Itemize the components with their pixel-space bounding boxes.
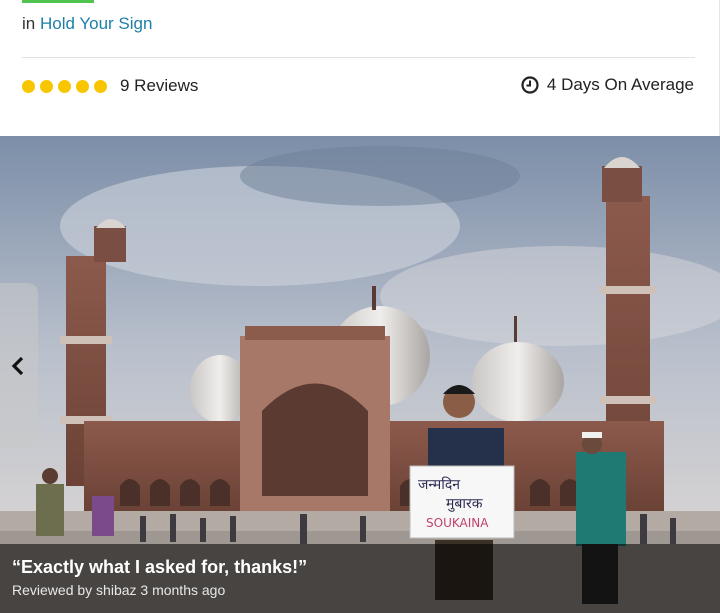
review-caption: “Exactly what I asked for, thanks!” Revi…: [0, 544, 720, 613]
gig-summary: in Hold Your Sign 9 Reviews 4 Days On Av…: [0, 0, 720, 136]
accent-strip: [22, 0, 94, 3]
sign-line-2: मुबारक: [446, 496, 483, 512]
star-icon: [94, 79, 107, 93]
star-icon: [58, 79, 71, 93]
mosque-photo: जन्मदिन मुबारक SOUKAINA: [0, 136, 720, 613]
sign-line-1: जन्मदिन: [418, 476, 460, 493]
rating[interactable]: 9 Reviews: [22, 75, 198, 97]
gallery-image[interactable]: जन्मदिन मुबारक SOUKAINA: [0, 136, 720, 613]
category-line: in Hold Your Sign: [22, 14, 152, 34]
divider: [22, 57, 695, 58]
delivery-time: 4 Days On Average: [521, 74, 694, 96]
review-quote: “Exactly what I asked for, thanks!”: [12, 557, 308, 577]
prev-image-button[interactable]: [0, 283, 38, 448]
delivery-label: 4 Days On Average: [546, 75, 694, 94]
rating-dots: [22, 79, 107, 93]
category-prefix: in: [22, 14, 36, 33]
sign-line-3: SOUKAINA: [426, 516, 489, 530]
reviews-count[interactable]: 9 Reviews: [120, 76, 198, 96]
gig-card: in Hold Your Sign 9 Reviews 4 Days On Av…: [0, 0, 720, 613]
star-icon: [40, 79, 53, 93]
clock-icon: [521, 76, 539, 94]
category-link[interactable]: Hold Your Sign: [40, 14, 152, 33]
star-icon: [76, 79, 89, 93]
star-icon: [22, 79, 35, 93]
chevron-left-icon: [11, 356, 24, 375]
reviewer-info: Reviewed by shibaz 3 months ago: [12, 582, 226, 598]
